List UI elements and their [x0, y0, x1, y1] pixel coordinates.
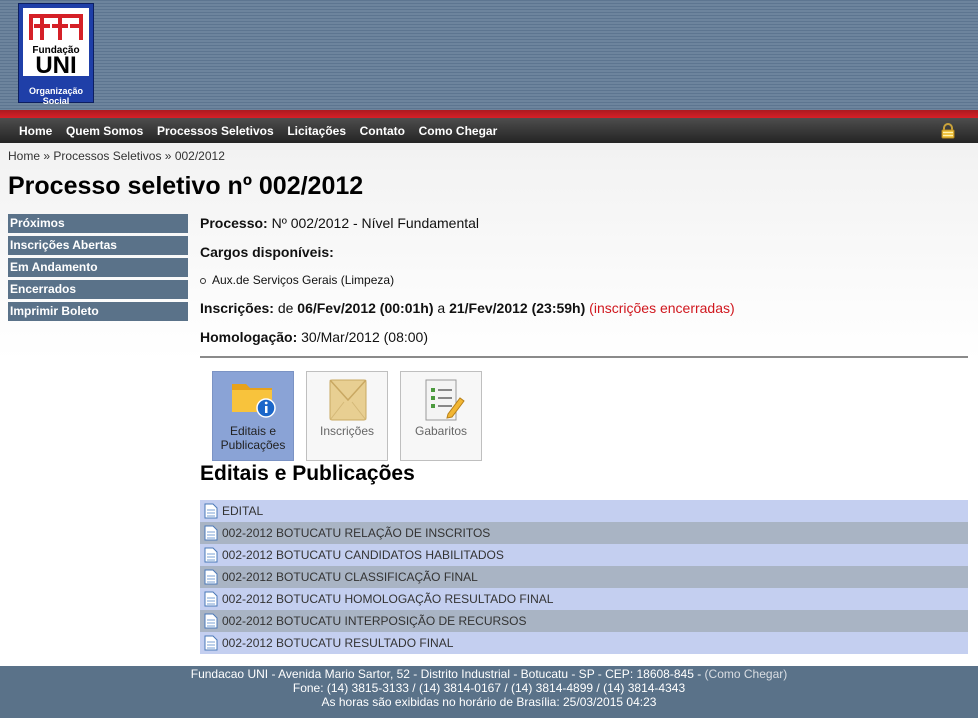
breadcrumb: Home » Processos Seletivos » 002/2012: [8, 149, 225, 163]
footer-como-chegar-link[interactable]: (Como Chegar): [705, 667, 788, 681]
cargos-list: Aux.de Serviços Gerais (Limpeza): [200, 273, 394, 287]
homologacao-label: Homologação:: [200, 329, 298, 345]
document-row-candidatos-habilitados[interactable]: 002-2012 BOTUCATU CANDIDATOS HABILITADOS: [200, 544, 968, 566]
tab-label-line1: Gabaritos: [414, 424, 468, 438]
document-icon: [204, 569, 218, 585]
nav-item-processos-seletivos[interactable]: Processos Seletivos: [152, 124, 279, 138]
lock-icon[interactable]: [940, 123, 956, 139]
footer-phones: Fone: (14) 3815-3133 / (14) 3814-0167 / …: [292, 681, 686, 695]
document-icon: [204, 591, 218, 607]
document-icon: [204, 525, 218, 541]
logo-crosses-icon: [29, 14, 83, 40]
nav-item-quem-somos[interactable]: Quem Somos: [61, 124, 148, 138]
tab-inscricoes[interactable]: Inscrições: [306, 371, 388, 461]
cargo-item: Aux.de Serviços Gerais (Limpeza): [212, 273, 395, 287]
document-title: 002-2012 BOTUCATU RELAÇÃO DE INSCRITOS: [222, 526, 491, 540]
tab-label-line1: Editais e: [229, 424, 277, 438]
section-divider: [200, 356, 968, 358]
cargos-label: Cargos disponíveis:: [200, 244, 334, 260]
footer-address-line: Fundacao UNI - Avenida Mario Sartor, 52 …: [0, 667, 978, 681]
document-row-classificacao-final[interactable]: 002-2012 BOTUCATU CLASSIFICAÇÃO FINAL: [200, 566, 968, 588]
breadcrumb-home[interactable]: Home: [8, 149, 40, 163]
tab-gabaritos[interactable]: Gabaritos: [400, 371, 482, 461]
document-icon: [204, 547, 218, 563]
logo-bottom-text: Organização Social: [28, 86, 84, 106]
inscricoes-end: 21/Fev/2012 (23:59h): [449, 300, 586, 316]
sidebar-item-em-andamento[interactable]: Em Andamento: [8, 258, 188, 277]
sidebar-item-imprimir-boleto[interactable]: Imprimir Boleto: [8, 302, 188, 321]
site-footer: Fundacao UNI - Avenida Mario Sartor, 52 …: [0, 666, 978, 718]
homologacao-value: 30/Mar/2012 (08:00): [301, 329, 428, 345]
document-icon: [204, 635, 218, 651]
logo-white-panel: Fundação UNI: [23, 8, 89, 79]
tab-label-line1: Inscrições: [319, 424, 375, 438]
nav-item-contato[interactable]: Contato: [355, 124, 410, 138]
section-title: Editais e Publicações: [200, 462, 415, 485]
envelope-icon: [329, 379, 367, 421]
main-nav: Home Quem Somos Processos Seletivos Lici…: [0, 118, 978, 143]
tab-label-line2: Publicações: [220, 438, 286, 452]
inscricoes-a: a: [437, 300, 446, 316]
folder-info-icon: [232, 384, 276, 418]
nav-item-como-chegar[interactable]: Como Chegar: [414, 124, 503, 138]
document-icon: [204, 503, 218, 519]
inscricoes-start: 06/Fev/2012 (00:01h): [297, 300, 434, 316]
breadcrumb-separator: »: [43, 149, 51, 163]
processo-line: Processo: Nº 002/2012 - Nível Fundamenta…: [200, 215, 479, 231]
tab-editais-publicacoes[interactable]: Editais e Publicações: [212, 371, 294, 461]
inscricoes-de: de: [277, 300, 294, 316]
document-title: 002-2012 BOTUCATU INTERPOSIÇÃO DE RECURS…: [222, 614, 527, 628]
documents-list: EDITAL 002-2012 BOTUCATU RELAÇÃO DE INSC…: [200, 500, 968, 654]
document-title: 002-2012 BOTUCATU CANDIDATOS HABILITADOS: [222, 548, 504, 562]
footer-address: Fundacao UNI - Avenida Mario Sartor, 52 …: [190, 667, 702, 681]
bullet-icon: [200, 277, 206, 284]
sidebar: Próximos Inscrições Abertas Em Andamento…: [8, 214, 188, 324]
document-row-edital[interactable]: EDITAL: [200, 500, 968, 522]
sidebar-item-inscricoes-abertas[interactable]: Inscrições Abertas: [8, 236, 188, 255]
fundacao-uni-logo[interactable]: Fundação UNI Organização Social: [18, 3, 94, 106]
sidebar-item-proximos[interactable]: Próximos: [8, 214, 188, 233]
document-row-resultado-final[interactable]: 002-2012 BOTUCATU RESULTADO FINAL: [200, 632, 968, 654]
tab-label: Gabaritos: [401, 424, 481, 438]
document-icon: [204, 613, 218, 629]
processo-value: Nº 002/2012 - Nível Fundamental: [271, 215, 480, 231]
breadcrumb-processos-seletivos[interactable]: Processos Seletivos: [53, 149, 161, 163]
site-header: Fundação UNI Organização Social: [0, 0, 978, 110]
document-row-homologacao-resultado-final[interactable]: 002-2012 BOTUCATU HOMOLOGAÇÃO RESULTADO …: [200, 588, 968, 610]
document-title: EDITAL: [222, 504, 264, 518]
document-title: 002-2012 BOTUCATU CLASSIFICAÇÃO FINAL: [222, 570, 478, 584]
nav-item-home[interactable]: Home: [14, 124, 57, 138]
breadcrumb-current: 002/2012: [174, 149, 225, 163]
footer-timestamp: As horas são exibidas no horário de Bras…: [321, 695, 657, 709]
inscricoes-status: (inscrições encerradas): [589, 300, 735, 316]
logo-main-text: UNI: [35, 52, 77, 79]
cargos-line: Cargos disponíveis:: [200, 244, 334, 260]
header-red-stripe: [0, 110, 978, 118]
document-row-relacao-inscritos[interactable]: 002-2012 BOTUCATU RELAÇÃO DE INSCRITOS: [200, 522, 968, 544]
document-title: 002-2012 BOTUCATU HOMOLOGAÇÃO RESULTADO …: [222, 592, 554, 606]
breadcrumb-separator: »: [164, 149, 172, 163]
document-title: 002-2012 BOTUCATU RESULTADO FINAL: [222, 636, 454, 650]
page-title: Processo seletivo nº 002/2012: [8, 172, 364, 200]
nav-item-licitacoes[interactable]: Licitações: [282, 124, 351, 138]
homologacao-line: Homologação: 30/Mar/2012 (08:00): [200, 329, 428, 345]
inscricoes-label: Inscrições:: [200, 300, 274, 316]
document-row-interposicao-recursos[interactable]: 002-2012 BOTUCATU INTERPOSIÇÃO DE RECURS…: [200, 610, 968, 632]
inscricoes-line: Inscrições: de 06/Fev/2012 (00:01h) a 21…: [200, 300, 735, 316]
tab-label: Editais e Publicações: [213, 424, 293, 452]
sidebar-item-encerrados[interactable]: Encerrados: [8, 280, 188, 299]
tab-label: Inscrições: [307, 424, 387, 438]
clipboard-pencil-icon: [425, 379, 465, 421]
processo-label: Processo:: [200, 215, 268, 231]
